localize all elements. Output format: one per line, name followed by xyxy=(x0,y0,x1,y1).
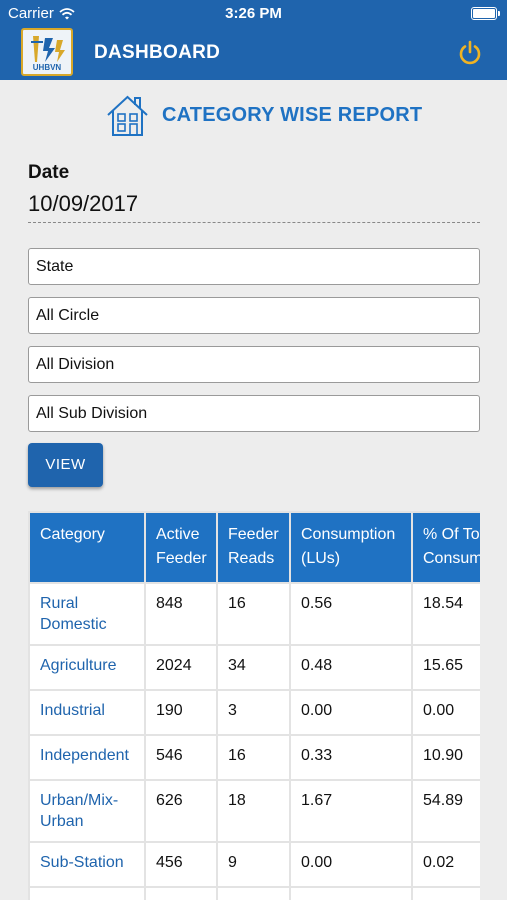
date-label: Date xyxy=(28,162,70,183)
feeder-reads-cell xyxy=(216,886,291,900)
division-select[interactable]: All Division xyxy=(28,346,480,383)
header-feeder-reads: Feeder Reads xyxy=(216,511,291,584)
feeder-reads-cell: 34 xyxy=(216,644,291,691)
percent-cell: 54.89 xyxy=(411,779,480,843)
header-category: Category xyxy=(28,511,146,584)
power-icon[interactable] xyxy=(457,40,483,66)
table-row: Agriculture 2024 34 0.48 15.65 xyxy=(28,644,480,691)
active-feeder-cell: 626 xyxy=(144,779,218,843)
table-row: Sub-Station 456 9 0.00 0.02 xyxy=(28,841,480,888)
table-row xyxy=(28,886,480,900)
logo-text: UHBVN xyxy=(32,63,62,72)
consumption-cell: 0.56 xyxy=(289,582,413,646)
category-link[interactable]: Urban/Mix- Urban xyxy=(28,779,146,843)
header-consumption: Consumption (LUs) xyxy=(289,511,413,584)
table-row: Independent 546 16 0.33 10.90 xyxy=(28,734,480,781)
circle-select[interactable]: All Circle xyxy=(28,297,480,334)
category-link[interactable]: Independent xyxy=(28,734,146,781)
table-row: Industrial 190 3 0.00 0.00 xyxy=(28,689,480,736)
category-link[interactable]: Rural Domestic xyxy=(28,582,146,646)
table-row: Urban/Mix- Urban 626 18 1.67 54.89 xyxy=(28,779,480,843)
lightning-tower-icon xyxy=(31,36,65,62)
consumption-cell: 0.00 xyxy=(289,689,413,736)
percent-cell: 0.02 xyxy=(411,841,480,888)
consumption-cell: 1.67 xyxy=(289,779,413,843)
active-feeder-cell: 2024 xyxy=(144,644,218,691)
active-feeder-cell: 190 xyxy=(144,689,218,736)
active-feeder-cell: 456 xyxy=(144,841,218,888)
percent-cell: 15.65 xyxy=(411,644,480,691)
active-feeder-cell: 546 xyxy=(144,734,218,781)
percent-cell: 18.54 xyxy=(411,582,480,646)
report-title: CATEGORY WISE REPORT xyxy=(162,104,423,126)
consumption-cell: 0.48 xyxy=(289,644,413,691)
feeder-reads-cell: 16 xyxy=(216,582,291,646)
percent-cell: 10.90 xyxy=(411,734,480,781)
category-link[interactable] xyxy=(28,886,146,900)
table-row: Rural Domestic 848 16 0.56 18.54 xyxy=(28,582,480,646)
battery-icon xyxy=(471,7,500,20)
category-link[interactable]: Industrial xyxy=(28,689,146,736)
category-link[interactable]: Agriculture xyxy=(28,644,146,691)
date-field[interactable]: 10/09/2017 xyxy=(28,191,480,223)
active-feeder-cell xyxy=(144,886,218,900)
active-feeder-cell: 848 xyxy=(144,582,218,646)
feeder-reads-cell: 16 xyxy=(216,734,291,781)
house-icon xyxy=(107,95,148,136)
header-percent-total: % Of TotalConsumption xyxy=(411,511,480,584)
header-active-feeder: Active Feeder xyxy=(144,511,218,584)
table-header-row: Category Active Feeder Feeder Reads Consum… xyxy=(28,511,480,584)
percent-cell: 0.00 xyxy=(411,689,480,736)
feeder-reads-cell: 9 xyxy=(216,841,291,888)
view-button[interactable]: VIEW xyxy=(28,443,103,487)
consumption-cell: 0.33 xyxy=(289,734,413,781)
page-title: DASHBOARD xyxy=(94,42,221,63)
category-report-table[interactable]: Category Active Feeder Feeder Reads Consum… xyxy=(28,511,480,900)
top-nav-bar: UHBVN DASHBOARD xyxy=(0,28,507,80)
consumption-cell: 0.00 xyxy=(289,841,413,888)
status-time: 3:26 PM xyxy=(225,5,282,22)
consumption-cell xyxy=(289,886,413,900)
feeder-reads-cell: 3 xyxy=(216,689,291,736)
report-heading: CATEGORY WISE REPORT xyxy=(105,93,422,138)
category-link[interactable]: Sub-Station xyxy=(28,841,146,888)
sub-division-select[interactable]: All Sub Division xyxy=(28,395,480,432)
state-select[interactable]: State xyxy=(28,248,480,285)
status-bar: Carrier 3:26 PM xyxy=(0,0,507,28)
app-logo: UHBVN xyxy=(21,28,73,76)
percent-cell xyxy=(411,886,480,900)
feeder-reads-cell: 18 xyxy=(216,779,291,843)
